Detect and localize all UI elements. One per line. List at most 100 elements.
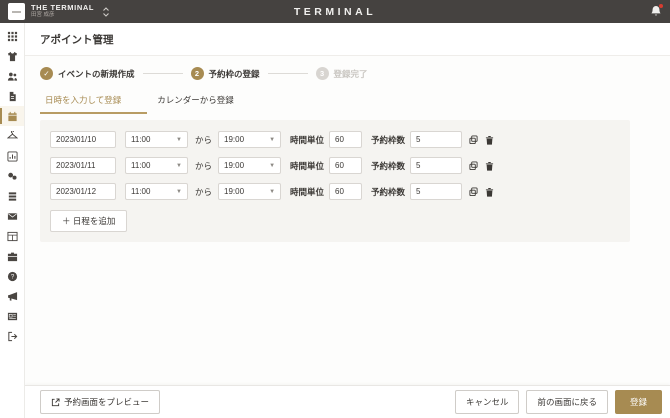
table-icon [6,231,18,241]
cancel-button[interactable]: キャンセル [454,390,520,414]
date-input[interactable] [50,157,116,174]
date-input[interactable] [50,183,116,200]
end-time-select[interactable]: 19:00 ▼ [218,183,282,200]
delete-row-icon[interactable] [485,161,494,171]
back-button[interactable]: 前の画面に戻る [526,390,608,414]
brand-switcher-chevrons-icon[interactable] [102,6,110,18]
start-time-select[interactable]: 11:00 ▼ [125,157,188,174]
delete-row-icon[interactable] [485,187,494,197]
slots-label: 予約枠数 [371,186,406,197]
delete-row-icon[interactable] [485,135,494,145]
team-icon [7,72,17,81]
sidebar-item-logout[interactable] [0,326,24,346]
add-schedule-button[interactable]: ＋ 日程を追加 [50,210,128,232]
chevron-down-icon: ▼ [269,136,276,143]
sidebar-nav: ? [0,23,25,418]
brand-block: THE TERMINAL 田宮 成彦 [31,4,94,19]
document-icon [9,91,16,101]
sidebar-item-help[interactable]: ? [0,266,24,286]
sidebar-item-documents[interactable] [0,86,24,106]
apps-grid-icon [7,31,17,41]
chart-icon [6,150,18,162]
footer-right-buttons: キャンセル 前の画面に戻る 登録 [454,390,662,414]
center-wordmark: TERMINAL [293,5,377,18]
tab-register-from-calendar[interactable]: カレンダーから登録 [152,90,239,114]
unit-label: 時間単位 [290,134,325,145]
chevron-down-icon: ▼ [176,162,182,169]
stack-icon [8,191,16,201]
notification-dot [659,4,663,8]
chevron-down-icon: ▼ [176,136,182,143]
register-button[interactable]: 登録 [614,390,662,414]
sidebar-item-announcements[interactable] [0,286,24,306]
footer-action-bar: 予約画面をプレビュー キャンセル 前の画面に戻る 登録 [25,385,670,418]
help-icon: ? [7,271,17,281]
slots-label: 予約枠数 [371,160,406,171]
logout-icon [7,331,17,341]
mail-icon [7,212,17,220]
sidebar-item-catalog[interactable] [0,186,24,206]
duplicate-row-icon[interactable] [469,161,478,171]
sidebar-item-news[interactable] [0,306,24,326]
duplicate-row-icon[interactable] [469,187,478,197]
step-number: 2 [190,67,204,80]
brand-logo [8,3,25,20]
unit-label: 時間単位 [290,186,325,197]
sidebar-item-briefcase[interactable] [0,246,24,266]
start-time-select[interactable]: 11:00 ▼ [125,131,188,148]
preview-booking-button[interactable]: 予約画面をプレビュー [40,390,161,414]
end-time-select[interactable]: 19:00 ▼ [218,131,282,148]
sidebar-item-table[interactable] [0,226,24,246]
sidebar-item-members[interactable] [0,66,24,86]
unit-input[interactable] [329,131,363,148]
calendar-icon [7,111,17,121]
megaphone-icon [7,291,17,301]
start-time-select[interactable]: 11:00 ▼ [125,183,188,200]
step-complete: 3 登録完了 [315,67,368,80]
slots-label: 予約枠数 [371,134,406,145]
news-icon [7,312,17,320]
sidebar-item-analytics[interactable] [0,146,24,166]
sidebar-item-apps[interactable] [0,26,24,46]
tab-register-by-datetime[interactable]: 日時を入力して登録 [40,90,148,114]
slots-input[interactable] [410,157,463,174]
chevron-down-icon: ▼ [269,188,276,195]
chevron-down-icon: ▼ [176,188,182,195]
range-joiner-label: から [195,186,213,197]
range-joiner-label: から [195,134,213,145]
briefcase-icon [7,252,17,261]
sidebar-item-items[interactable] [0,46,24,66]
brand-title: THE TERMINAL [31,3,95,13]
svg-text:?: ? [10,273,14,280]
tags-icon [7,172,17,180]
end-time-select[interactable]: 19:00 ▼ [218,157,282,174]
notification-bell-icon[interactable] [650,4,663,18]
date-input[interactable] [50,131,116,148]
duplicate-row-icon[interactable] [469,135,478,145]
wizard-stepper: ✓ イベントの新規作成 2 予約枠の登録 3 登録完了 [25,56,670,88]
sidebar-item-tags[interactable] [0,166,24,186]
shirt-icon [7,51,17,61]
step-check-icon: ✓ [40,67,53,80]
schedule-panel: 11:00▼ から 19:00▼ 時間単位 予約枠数 11:00▼ から 19:… [40,120,630,242]
sidebar-item-appointments[interactable] [0,106,24,126]
page-title-bar: アポイント管理 [25,23,670,56]
page-title: アポイント管理 [40,34,114,46]
step-create-event: ✓ イベントの新規作成 [40,67,135,80]
main-content: アポイント管理 ✓ イベントの新規作成 2 予約枠の登録 3 登録完了 日時を入… [25,23,670,418]
top-bar: THE TERMINAL 田宮 成彦 TERMINAL [0,0,670,23]
schedule-row: 11:00▼ から 19:00▼ 時間単位 予約枠数 [50,157,620,174]
slots-input[interactable] [410,183,463,200]
unit-input[interactable] [329,183,363,200]
tab-bar: 日時を入力して登録 カレンダーから登録 [25,90,670,114]
schedule-row: 11:00▼ から 19:00▼ 時間単位 予約枠数 [50,131,620,148]
sidebar-item-mail[interactable] [0,206,24,226]
brand-user-name: 田宮 成彦 [31,12,55,19]
sidebar-item-hanger[interactable] [0,126,24,146]
slots-input[interactable] [410,131,463,148]
unit-input[interactable] [329,157,363,174]
range-joiner-label: から [195,160,213,171]
external-link-icon [51,397,60,406]
chevron-down-icon: ▼ [269,162,276,169]
unit-label: 時間単位 [290,160,325,171]
